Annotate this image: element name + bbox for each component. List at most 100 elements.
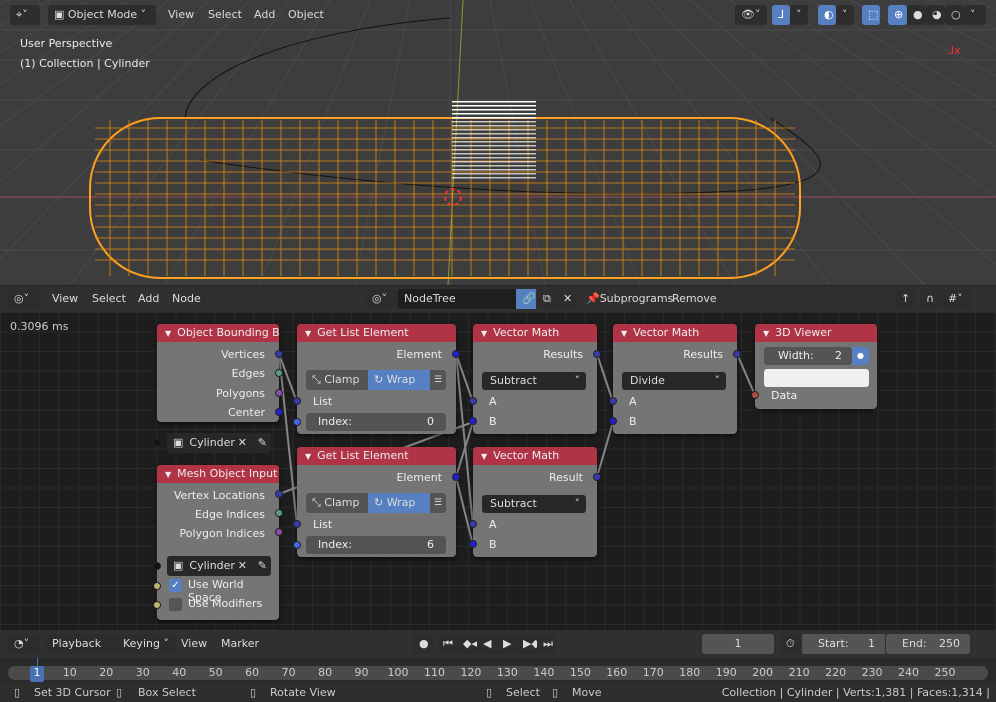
socket-polygons[interactable] (275, 389, 283, 397)
preview-range-button[interactable]: ⏱ (780, 634, 802, 654)
fake-user-button[interactable]: 🔗 (516, 289, 536, 309)
collapse-icon[interactable]: ▼ (165, 329, 171, 338)
record-button[interactable]: ● (413, 634, 433, 654)
clamp-button[interactable]: ⤡ Clamp (306, 493, 368, 513)
object-field[interactable]: ▣ Cylinder ✕ ✎ (167, 433, 271, 453)
socket-element[interactable] (452, 350, 460, 358)
menu-add[interactable]: Add (248, 5, 281, 25)
socket-element[interactable] (452, 473, 460, 481)
wrap-button[interactable]: ↻ Wrap (368, 493, 430, 513)
menu-object[interactable]: Object (282, 5, 330, 25)
play-button[interactable]: ▶ (497, 634, 517, 654)
gizmo-dropdown[interactable]: ˅ (790, 5, 808, 25)
play-reverse-button[interactable]: ◀ (477, 634, 497, 654)
index-field[interactable]: Index: 0 (306, 413, 446, 431)
menu-view[interactable]: View (46, 289, 84, 309)
eyedropper-icon[interactable]: ✎ (258, 433, 267, 453)
end-frame-field[interactable]: End: 250 (886, 634, 970, 654)
list-numbered-icon[interactable]: ☰ (430, 493, 446, 513)
socket-index[interactable] (293, 541, 301, 549)
keying-menu[interactable]: Keying ˅ (117, 634, 175, 654)
width-field[interactable]: Width: 2 (764, 347, 852, 365)
node-3d-viewer[interactable]: ▼ 3D Viewer Width: 2 ● Data (751, 324, 877, 409)
collapse-icon[interactable]: ▼ (481, 452, 487, 461)
menu-view[interactable]: View (162, 5, 200, 25)
list-numbered-icon[interactable]: ☰ (430, 370, 446, 390)
material-shading-button[interactable]: ◕ (926, 5, 945, 25)
node-tree-name-field[interactable]: NodeTree (398, 289, 516, 309)
editor-type-button[interactable]: ◔˅ (8, 634, 40, 654)
world-space-checkbox[interactable]: ✓ (169, 579, 182, 592)
socket-b[interactable] (609, 417, 617, 425)
solid-shading-button[interactable]: ● (907, 5, 926, 25)
socket-a[interactable] (469, 520, 477, 528)
menu-select[interactable]: Select (202, 5, 248, 25)
socket-data[interactable] (751, 391, 759, 399)
object-mode-dropdown[interactable]: ▣ Object Mode ˅ (48, 5, 156, 25)
socket-modifiers[interactable] (153, 601, 161, 609)
draw-toggle-button[interactable]: ● (852, 347, 869, 365)
node-object-bounding-box[interactable]: ▼ Object Bounding B.. Vertices Edges Poly… (157, 324, 283, 422)
socket-list[interactable] (293, 397, 301, 405)
editor-type-button[interactable]: ◎˅ (8, 289, 40, 309)
socket-world-space[interactable] (153, 582, 161, 590)
3d-viewport[interactable]: ⌖˅ ▣ Object Mode ˅ View Select Add Objec… (0, 0, 996, 285)
eyedropper-icon[interactable]: ✎ (258, 556, 267, 576)
collapse-icon[interactable]: ▼ (165, 470, 171, 479)
socket-b[interactable] (469, 417, 477, 425)
object-field[interactable]: ▣ Cylinder ✕ ✎ (167, 556, 271, 576)
xray-button[interactable]: ⬚ (862, 5, 880, 25)
socket-b[interactable] (469, 540, 477, 548)
menu-node[interactable]: Node (166, 289, 207, 309)
socket-a[interactable] (469, 397, 477, 405)
node-tree-browse[interactable]: ◎˅ (366, 289, 398, 309)
remove-button[interactable]: Remove (666, 289, 723, 309)
socket-vertex-locations[interactable] (275, 490, 283, 498)
collapse-icon[interactable]: ▼ (481, 329, 487, 338)
socket-object[interactable] (153, 562, 161, 570)
socket-list[interactable] (293, 520, 301, 528)
socket-a[interactable] (609, 397, 617, 405)
collapse-icon[interactable]: ▼ (305, 452, 311, 461)
timeline-scrubber[interactable]: 1 10 20 30 40 50 60 70 80 90 100 110 120 130 140 150 160… (0, 658, 996, 683)
node-canvas[interactable]: 0.3096 ms ▼ Object Bounding B.. Vertices … (0, 312, 996, 630)
socket-edge-indices[interactable] (275, 509, 283, 517)
clamp-button[interactable]: ⤡ Clamp (306, 370, 368, 390)
current-frame-field[interactable]: 1 (702, 634, 774, 654)
socket-result[interactable] (593, 350, 601, 358)
node-get-list-element[interactable]: ▼ Get List Element Element ⤡ Clamp ↻ Wrap… (293, 447, 460, 557)
menu-add[interactable]: Add (132, 289, 165, 309)
prev-keyframe-button[interactable]: ◆◀ (457, 634, 480, 654)
operation-dropdown[interactable]: Subtract ˅ (482, 372, 586, 390)
index-field[interactable]: Index: 6 (306, 536, 446, 554)
operation-dropdown[interactable]: Subtract ˅ (482, 495, 586, 513)
rendered-shading-button[interactable]: ○ (945, 5, 964, 25)
clear-icon[interactable]: ✕ (238, 433, 247, 453)
duplicate-button[interactable]: ⧉ (537, 289, 557, 309)
modifiers-checkbox[interactable] (169, 598, 182, 611)
menu-view[interactable]: View (175, 634, 213, 654)
axis-gizmo-icon[interactable]: ⅃x (948, 44, 961, 57)
socket-edges[interactable] (275, 369, 283, 377)
socket-vertices[interactable] (275, 350, 283, 358)
shading-dropdown[interactable]: ˅ (964, 5, 986, 25)
socket-result[interactable] (593, 473, 601, 481)
transform-gizmo-button[interactable]: ⅃ (772, 5, 790, 25)
subprograms-button[interactable]: 📌Subprograms (580, 289, 679, 309)
overlays-button[interactable]: ◐ (818, 5, 836, 25)
socket-center[interactable] (275, 408, 283, 416)
socket-polygon-indices[interactable] (275, 528, 283, 536)
menu-marker[interactable]: Marker (215, 634, 265, 654)
jump-start-button[interactable]: ⏮ (437, 634, 457, 654)
editor-type-button[interactable]: ⌖˅ (10, 5, 40, 25)
snap-mode-dropdown[interactable]: #˅ (942, 289, 972, 309)
jump-end-button[interactable]: ⏭ (537, 634, 557, 654)
collapse-icon[interactable]: ▼ (763, 329, 769, 338)
node-vector-math[interactable]: ▼ Vector Math Result Subtract ˅ A B (469, 447, 601, 557)
snap-button[interactable]: ∩ (920, 289, 940, 309)
socket-result[interactable] (733, 350, 741, 358)
menu-select[interactable]: Select (86, 289, 132, 309)
start-frame-field[interactable]: Start: 1 (802, 634, 885, 654)
overlays-dropdown[interactable]: ˅ (836, 5, 854, 25)
node-vector-math[interactable]: ▼ Vector Math Results Divide ˅ A B (609, 324, 741, 434)
